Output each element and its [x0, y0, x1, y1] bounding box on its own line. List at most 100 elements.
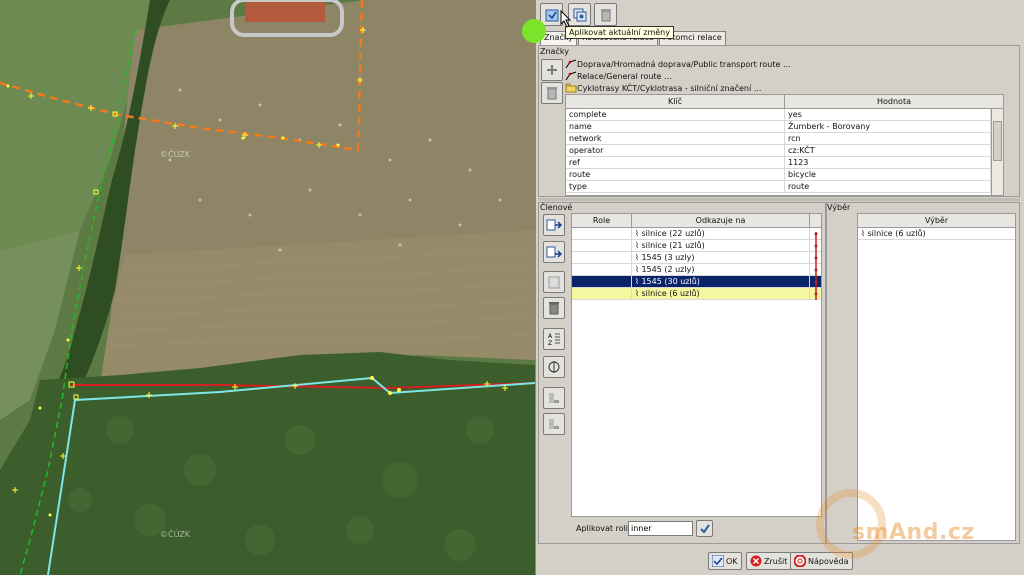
- member-row[interactable]: ⌇ silnice (21 uzlů): [572, 240, 821, 252]
- members-section-title: Členové: [540, 203, 573, 212]
- download-incomplete-button[interactable]: [543, 387, 565, 409]
- tag-value[interactable]: Žumberk - Borovany: [785, 121, 991, 132]
- sort-button[interactable]: AZ: [543, 328, 565, 350]
- tag-value[interactable]: cz:KČT: [785, 145, 991, 156]
- tag-key[interactable]: ref: [566, 157, 785, 168]
- tag-value[interactable]: bicycle: [785, 169, 991, 180]
- role-input[interactable]: [628, 521, 693, 536]
- panel-splitter[interactable]: [538, 198, 1020, 201]
- member-ref-label: 1545 (3 uzly): [641, 253, 695, 262]
- member-row[interactable]: ⌇ 1545 (2 uzly): [572, 264, 821, 276]
- member-row-highlighted[interactable]: ⌇ silnice (6 uzlů): [572, 288, 821, 300]
- tag-key[interactable]: name: [566, 121, 785, 132]
- tag-value[interactable]: 1123: [785, 157, 991, 168]
- preset-label: Relace/General route ...: [577, 71, 672, 81]
- member-row[interactable]: ⌇ 1545 (3 uzly): [572, 252, 821, 264]
- preset-general-route[interactable]: Relace/General route ...: [565, 70, 791, 82]
- selection-ref[interactable]: ⌇ silnice (6 uzlů): [858, 228, 1015, 239]
- reverse-icon: [548, 361, 560, 373]
- ok-button[interactable]: OK: [708, 552, 742, 570]
- members-table-header: Role Odkazuje na: [572, 214, 821, 228]
- map-view[interactable]: ©ČÚZK ©ČÚZK: [0, 0, 535, 575]
- selection-table-header: Výběr: [858, 214, 1015, 228]
- move-up-button[interactable]: [543, 214, 565, 236]
- map-watermark: ©ČÚZK: [160, 150, 191, 159]
- scroll-thumb[interactable]: [993, 121, 1002, 161]
- edit-icon: [548, 276, 560, 289]
- member-ref[interactable]: ⌇ silnice (6 uzlů): [632, 288, 810, 299]
- member-ref[interactable]: ⌇ 1545 (2 uzly): [632, 264, 810, 275]
- duplicate-icon: [573, 8, 586, 21]
- preset-label: Doprava/Hromadná doprava/Public transpor…: [577, 59, 791, 69]
- tag-row[interactable]: network rcn: [566, 133, 1003, 145]
- tags-scrollbar[interactable]: [991, 109, 1003, 195]
- member-role[interactable]: [572, 288, 632, 299]
- member-role[interactable]: [572, 276, 632, 287]
- move-down-button[interactable]: [543, 241, 565, 263]
- tag-key[interactable]: type: [566, 181, 785, 192]
- tag-value[interactable]: rcn: [785, 133, 991, 144]
- preset-public-transport[interactable]: Doprava/Hromadná doprava/Public transpor…: [565, 58, 791, 70]
- member-ref[interactable]: ⌇ silnice (21 uzlů): [632, 240, 810, 251]
- way-icon: ⌇: [635, 253, 639, 262]
- member-ref-label: silnice (6 uzlů): [641, 289, 700, 298]
- tag-key[interactable]: operator: [566, 145, 785, 156]
- tag-row[interactable]: route bicycle: [566, 169, 1003, 181]
- member-role[interactable]: [572, 252, 632, 263]
- tag-key[interactable]: network: [566, 133, 785, 144]
- preset-groups: Doprava/Hromadná doprava/Public transpor…: [565, 58, 791, 94]
- preset-cycle-route[interactable]: Cyklotrasy KČT/Cyklotrasa - silniční zna…: [565, 82, 791, 94]
- sort-az-icon: AZ: [548, 333, 560, 346]
- member-role[interactable]: [572, 264, 632, 275]
- column-value[interactable]: Hodnota: [785, 95, 1003, 108]
- tag-row[interactable]: ref 1123: [566, 157, 1003, 169]
- delete-tag-button[interactable]: [541, 82, 563, 104]
- column-link: [810, 214, 821, 227]
- relation-icon: [565, 59, 577, 69]
- download-icon: [549, 419, 559, 429]
- edit-member-button[interactable]: [543, 271, 565, 293]
- reverse-button[interactable]: [543, 356, 565, 378]
- apply-role-button[interactable]: [696, 520, 713, 537]
- way-icon: ⌇: [635, 289, 639, 298]
- tag-row[interactable]: name Žumberk - Borovany: [566, 121, 1003, 133]
- member-ref[interactable]: ⌇ 1545 (3 uzly): [632, 252, 810, 263]
- download-selected-button[interactable]: [543, 413, 565, 435]
- plus-icon: [547, 65, 557, 75]
- selection-table: Výběr ⌇ silnice (6 uzlů): [857, 213, 1016, 541]
- member-ref-label: silnice (21 uzlů): [641, 241, 705, 250]
- member-role[interactable]: [572, 240, 632, 251]
- delete-relation-button[interactable]: [594, 3, 617, 26]
- connectivity-indicator: [814, 232, 818, 300]
- tag-row[interactable]: type route: [566, 181, 1003, 193]
- member-ref[interactable]: ⌇ silnice (22 uzlů): [632, 228, 810, 239]
- remove-member-button[interactable]: [543, 297, 565, 319]
- tag-value[interactable]: route: [785, 181, 991, 192]
- ok-label: OK: [726, 556, 738, 566]
- tag-value[interactable]: yes: [785, 109, 991, 120]
- trash-icon: [600, 8, 611, 21]
- cancel-icon: [750, 555, 762, 567]
- folder-icon: [565, 83, 577, 93]
- tags-table: Klíč Hodnota complete yes name Žumberk - B…: [565, 94, 1004, 196]
- selection-row[interactable]: ⌇ silnice (6 uzlů): [858, 228, 1015, 240]
- member-row[interactable]: ⌇ silnice (22 uzlů): [572, 228, 821, 240]
- map-watermark: ©ČÚZK: [160, 530, 191, 539]
- ok-icon: [712, 555, 724, 567]
- member-role[interactable]: [572, 228, 632, 239]
- column-role[interactable]: Role: [572, 214, 632, 227]
- member-ref[interactable]: ⌇ 1545 (30 uzlů): [632, 276, 810, 287]
- tag-row[interactable]: complete yes: [566, 109, 1003, 121]
- tag-key[interactable]: complete: [566, 109, 785, 120]
- cancel-button[interactable]: Zrušit: [746, 552, 792, 570]
- tag-row[interactable]: operator cz:KČT: [566, 145, 1003, 157]
- add-tag-button[interactable]: [541, 59, 563, 81]
- trash-icon: [549, 302, 559, 315]
- member-row-selected[interactable]: ⌇ 1545 (30 uzlů): [572, 276, 821, 288]
- selection-section-title: Výběr: [827, 203, 851, 212]
- column-selection[interactable]: Výběr: [858, 214, 1015, 227]
- tag-key[interactable]: route: [566, 169, 785, 180]
- column-refers-to[interactable]: Odkazuje na: [632, 214, 810, 227]
- column-key[interactable]: Klíč: [566, 95, 785, 108]
- way-icon: ⌇: [635, 241, 639, 250]
